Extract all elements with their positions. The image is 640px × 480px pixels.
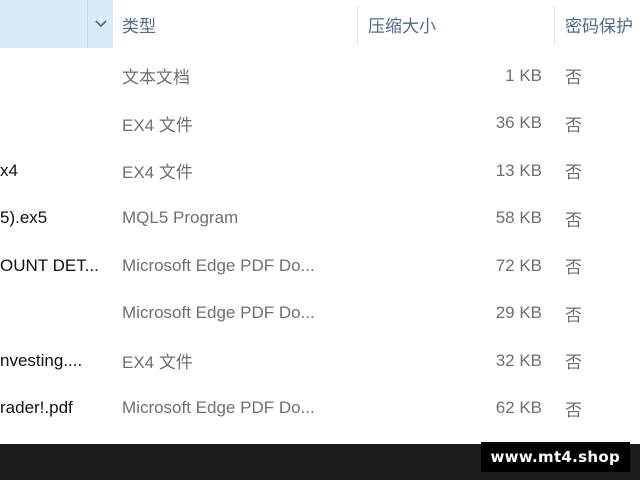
file-size: 13 KB: [495, 160, 542, 180]
table-row[interactable]: 5).ex5 MQL5 Program 58 KB 否: [0, 195, 640, 243]
file-size: 58 KB: [495, 208, 542, 228]
column-divider[interactable]: [554, 6, 555, 44]
file-type: MQL5 Program: [122, 208, 239, 228]
table-row[interactable]: OUNT DET... Microsoft Edge PDF Do... 72 …: [0, 242, 640, 290]
file-name: [0, 290, 108, 338]
file-type: EX4 文件: [122, 353, 193, 373]
column-divider[interactable]: [357, 6, 358, 44]
file-name: 5).ex5: [0, 208, 48, 228]
file-size: 1 KB: [505, 65, 542, 85]
file-type: EX4 文件: [122, 115, 193, 135]
table-row[interactable]: nvesting.... EX4 文件 32 KB 否: [0, 337, 640, 385]
file-type: 文本文档: [122, 68, 190, 88]
chevron-down-icon[interactable]: [87, 0, 113, 48]
file-password: 否: [565, 68, 582, 88]
file-password: 否: [565, 163, 582, 183]
file-name: OUNT DET...: [0, 255, 99, 275]
column-header-name[interactable]: [0, 0, 113, 48]
file-size: 32 KB: [495, 350, 542, 370]
file-password: 否: [565, 115, 582, 135]
watermark-label: www.mt4.shop: [480, 442, 630, 472]
file-password: 否: [565, 210, 582, 230]
table-row[interactable]: rader!.pdf Microsoft Edge PDF Do... 62 K…: [0, 385, 640, 433]
table-row[interactable]: 文本文档 1 KB 否: [0, 52, 640, 100]
file-size: 36 KB: [495, 113, 542, 133]
table-row[interactable]: Microsoft Edge PDF Do... 29 KB 否: [0, 290, 640, 338]
file-list-viewport: 类型 压缩大小 密码保护 文本文档 1 KB 否 EX4 文件 36 KB 否 …: [0, 0, 640, 480]
column-header-type[interactable]: 类型: [122, 0, 156, 48]
file-password: 否: [565, 353, 582, 373]
file-size: 62 KB: [495, 398, 542, 418]
table-row[interactable]: x4 EX4 文件 13 KB 否: [0, 147, 640, 195]
file-size: 29 KB: [495, 303, 542, 323]
file-name: [0, 100, 108, 148]
file-name: nvesting....: [0, 350, 83, 370]
file-password: 否: [565, 400, 582, 420]
file-name: x4: [0, 160, 18, 180]
file-name: rader!.pdf: [0, 398, 73, 418]
column-header-bar: 类型 压缩大小 密码保护: [0, 0, 640, 48]
file-rows: 文本文档 1 KB 否 EX4 文件 36 KB 否 x4 EX4 文件 13 …: [0, 52, 640, 432]
file-type: EX4 文件: [122, 163, 193, 183]
file-type: Microsoft Edge PDF Do...: [122, 303, 315, 323]
file-name: [0, 52, 108, 100]
file-size: 72 KB: [495, 255, 542, 275]
column-header-password[interactable]: 密码保护: [565, 0, 633, 48]
table-row[interactable]: EX4 文件 36 KB 否: [0, 100, 640, 148]
file-type: Microsoft Edge PDF Do...: [122, 255, 315, 275]
column-header-size[interactable]: 压缩大小: [368, 0, 436, 48]
file-password: 否: [565, 305, 582, 325]
file-password: 否: [565, 258, 582, 278]
file-type: Microsoft Edge PDF Do...: [122, 398, 315, 418]
